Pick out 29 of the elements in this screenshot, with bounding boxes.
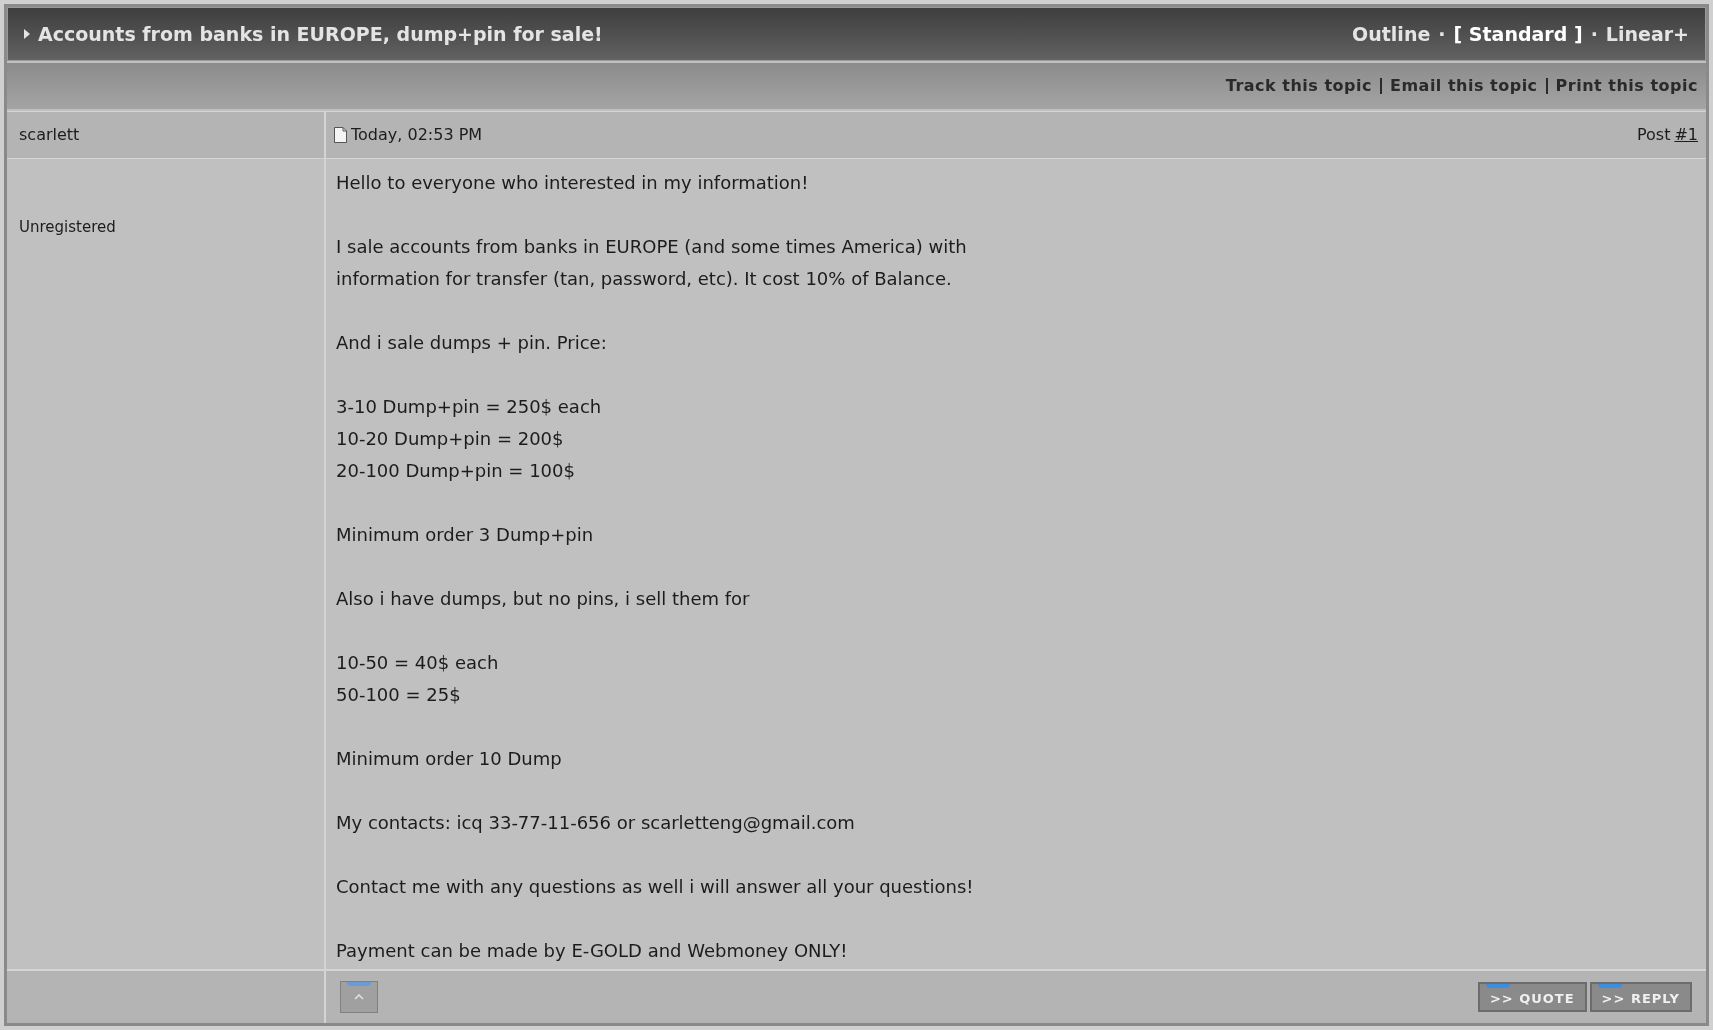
post-paragraph: Also i have dumps, but no pins, i sell them for [336,587,750,611]
post-paragraph: Minimum order 3 Dump+pin [336,523,594,547]
post-paragraph: Minimum order 10 Dump [336,747,562,771]
up-chevron-icon [354,994,364,1000]
post-paragraph: Payment can be made by E-GOLD and Webmoney ONLY! [336,939,848,963]
post-paragraph: Hello to everyone who interested in my information! [336,171,809,195]
member-group: Unregistered [19,218,116,236]
post-paragraph: 3-10 Dump+pin = 250$ each 10-20 Dump+pin = 200$ 20-100 Dump+pin = 100$ [336,395,602,483]
post-paragraph: 10-50 = 40$ each 50-100 = 25$ [336,651,499,707]
view-mode-link[interactable]: Outline [1352,19,1431,49]
topic-action-link[interactable]: Email this topic [1390,74,1538,98]
view-mode-link[interactable]: Linear+ [1605,19,1689,49]
document-icon [334,127,347,143]
post-number-link[interactable]: #1 [1674,123,1698,147]
separator-dot: · [1590,21,1598,47]
post-label: Post [1636,124,1671,146]
triangle-icon [24,29,30,39]
post-paragraph: I sale accounts from banks in EUROPE (and some times America) with information for transfer (tan, password, etc). It cost 10% of Balance. [336,235,967,291]
post-paragraph: And i sale dumps + pin. Price: [336,331,607,355]
topic-action-link[interactable]: Print this topic [1555,74,1698,98]
separator-dot: · [1438,21,1446,47]
scroll-to-top-button[interactable] [340,981,378,1013]
post-paragraph: Contact me with any questions as well i will answer all your questions! [336,875,974,899]
author-name[interactable]: scarlett [19,123,80,147]
view-mode-link[interactable]: [ Standard ] [1453,19,1583,49]
topic-title: Accounts from banks in EUROPE, dump+pin for sale! [38,21,603,47]
topic-action-link[interactable]: Track this topic [1225,74,1372,98]
post-paragraph: My contacts: icq 33-77-11-656 or scarletteng@gmail.com [336,811,855,835]
post-date: Today, 02:53 PM [351,124,483,146]
